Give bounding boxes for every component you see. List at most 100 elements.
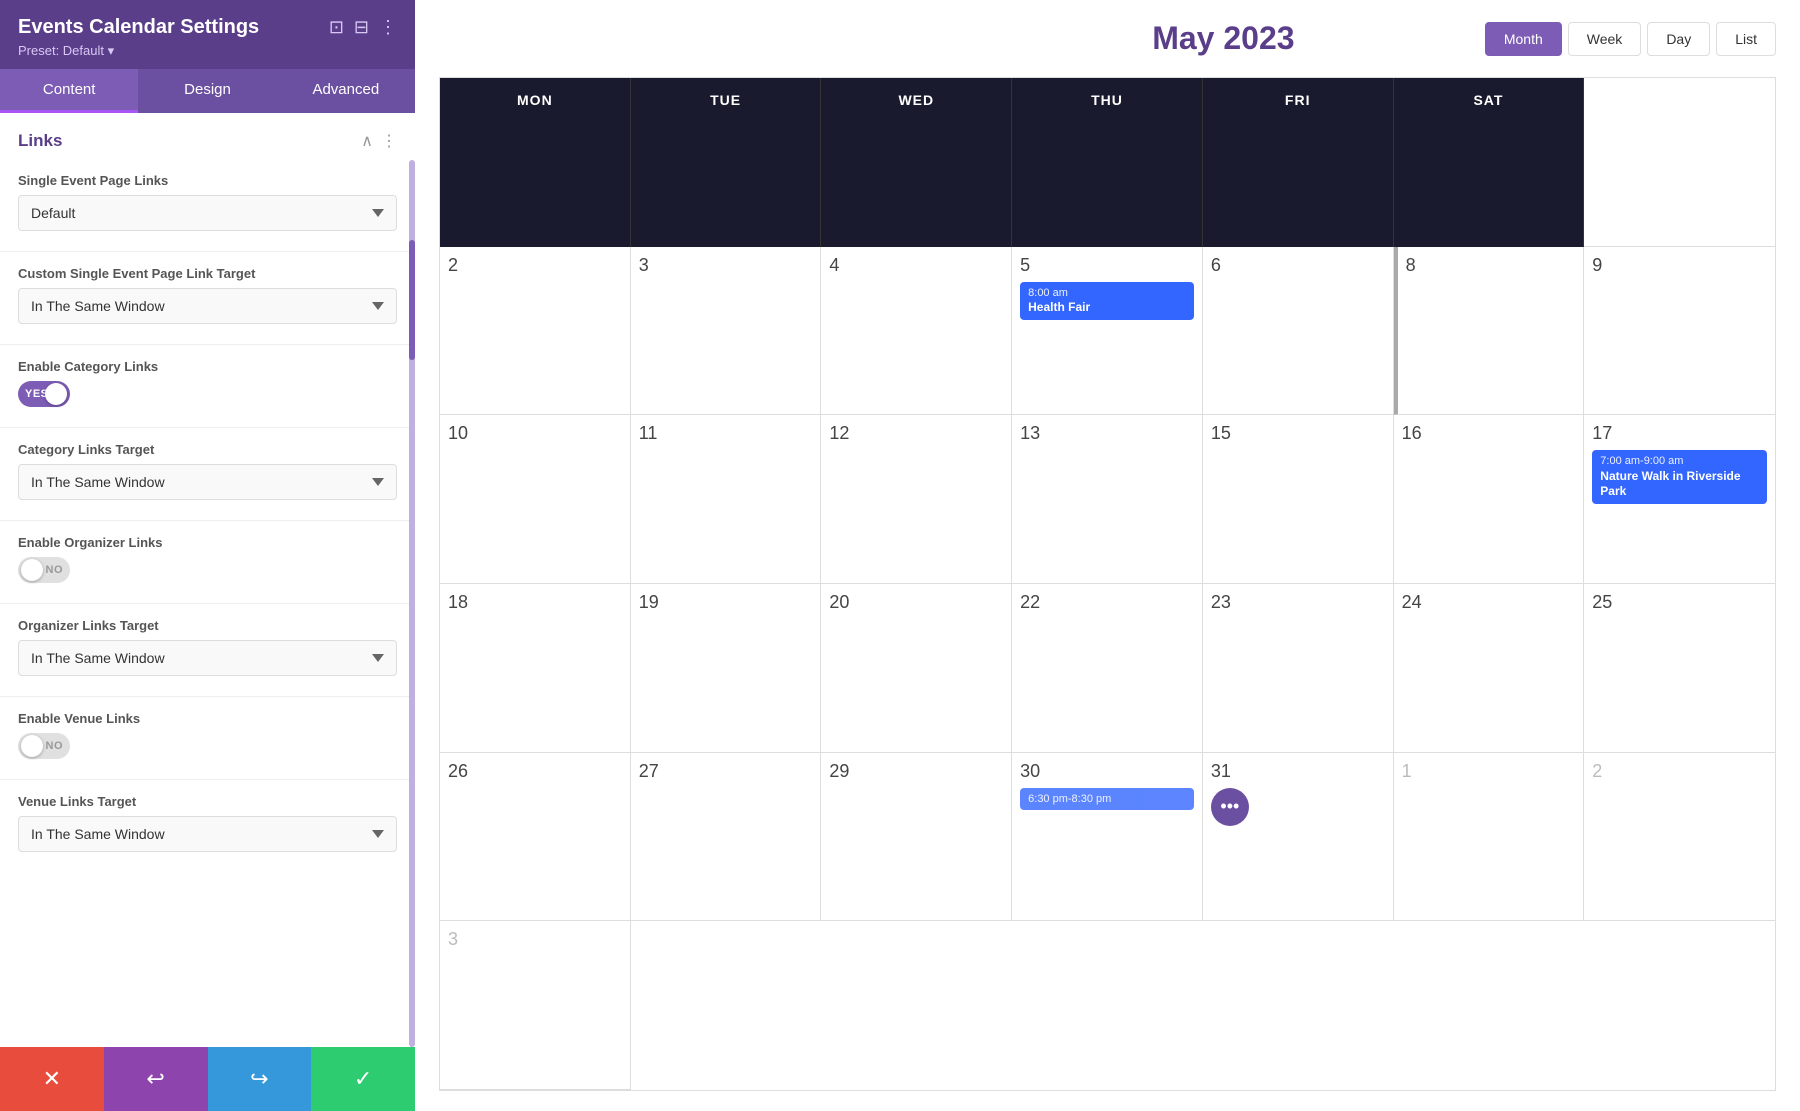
organizer-links-target-label: Organizer Links Target bbox=[18, 618, 397, 633]
table-row[interactable]: 31 ••• bbox=[1203, 753, 1394, 922]
table-row[interactable]: 24 bbox=[1394, 584, 1585, 753]
tab-content[interactable]: Content bbox=[0, 69, 138, 113]
table-row[interactable]: 22 bbox=[1012, 584, 1203, 753]
table-row[interactable]: 15 bbox=[1203, 415, 1394, 584]
table-row[interactable]: 16 bbox=[1394, 415, 1585, 584]
table-row[interactable]: 25 bbox=[1584, 584, 1775, 753]
header-tue: TUE bbox=[631, 78, 822, 247]
enable-category-links-label: Enable Category Links bbox=[18, 359, 397, 374]
save-button[interactable]: ✓ bbox=[311, 1047, 415, 1111]
single-event-links-label: Single Event Page Links bbox=[18, 173, 397, 188]
table-row[interactable]: 13 bbox=[1012, 415, 1203, 584]
table-row[interactable]: 27 bbox=[631, 753, 822, 922]
tab-design[interactable]: Design bbox=[138, 69, 276, 113]
enable-organizer-links-label: Enable Organizer Links bbox=[18, 535, 397, 550]
header-sat: SAT bbox=[1394, 78, 1585, 247]
day-number: 10 bbox=[448, 423, 622, 444]
table-row[interactable]: 17 7:00 am-9:00 am Nature Walk in Rivers… bbox=[1584, 415, 1775, 584]
table-row[interactable]: 3 bbox=[631, 247, 822, 416]
event-time: 8:00 am bbox=[1028, 286, 1186, 300]
week-view-button[interactable]: Week bbox=[1568, 22, 1642, 56]
preset-label[interactable]: Preset: Default ▾ bbox=[18, 43, 397, 59]
table-row[interactable]: 6 bbox=[1203, 247, 1394, 416]
venue-links-target-select[interactable]: In The Same Window In A New Window bbox=[18, 816, 397, 852]
header-thu: THU bbox=[1012, 78, 1203, 247]
table-row[interactable]: 30 6:30 pm-8:30 pm bbox=[1012, 753, 1203, 922]
minimize-icon[interactable]: ⊡ bbox=[329, 17, 344, 38]
scrollbar[interactable] bbox=[409, 160, 415, 1047]
list-view-button[interactable]: List bbox=[1716, 22, 1776, 56]
enable-venue-links-label: Enable Venue Links bbox=[18, 711, 397, 726]
event-name: Nature Walk in Riverside Park bbox=[1600, 469, 1759, 500]
header-mon: MON bbox=[440, 78, 631, 247]
day-view-button[interactable]: Day bbox=[1647, 22, 1710, 56]
more-events-button[interactable]: ••• bbox=[1211, 788, 1249, 826]
venue-links-target-field: Venue Links Target In The Same Window In… bbox=[0, 784, 415, 868]
list-item[interactable]: 8:00 am Health Fair bbox=[1020, 282, 1194, 320]
more-icon[interactable]: ⋮ bbox=[379, 17, 397, 38]
venue-links-target-label: Venue Links Target bbox=[18, 794, 397, 809]
month-view-button[interactable]: Month bbox=[1485, 22, 1562, 56]
table-row[interactable]: 29 bbox=[821, 753, 1012, 922]
table-row[interactable]: 12 bbox=[821, 415, 1012, 584]
custom-link-target-select[interactable]: In The Same Window In A New Window bbox=[18, 288, 397, 324]
table-row[interactable]: 11 bbox=[631, 415, 822, 584]
table-row[interactable]: 5 8:00 am Health Fair bbox=[1012, 247, 1203, 416]
redo-button[interactable]: ↪ bbox=[208, 1047, 312, 1111]
category-links-target-select[interactable]: In The Same Window In A New Window bbox=[18, 464, 397, 500]
single-event-links-select[interactable]: Default Custom bbox=[18, 195, 397, 231]
day-number: 2 bbox=[448, 255, 622, 276]
calendar-panel: May 2023 Month Week Day List MON TUE WED… bbox=[415, 0, 1800, 1111]
tab-advanced[interactable]: Advanced bbox=[277, 69, 415, 113]
table-row[interactable]: 23 bbox=[1203, 584, 1394, 753]
single-event-links-field: Single Event Page Links Default Custom bbox=[0, 163, 415, 247]
table-row[interactable]: 2 bbox=[1584, 753, 1775, 922]
collapse-icon[interactable]: ∧ bbox=[361, 131, 373, 151]
enable-category-links-toggle-row: YES bbox=[18, 381, 397, 407]
day-number: 11 bbox=[639, 423, 813, 444]
enable-organizer-links-toggle[interactable]: NO bbox=[18, 557, 70, 583]
table-row[interactable]: 20 bbox=[821, 584, 1012, 753]
toggle-knob-organizer bbox=[21, 559, 43, 581]
cancel-button[interactable]: ✕ bbox=[0, 1047, 104, 1111]
table-row[interactable]: 10 bbox=[440, 415, 631, 584]
table-row[interactable]: 8 bbox=[1394, 247, 1585, 416]
toggle-off-label-organizer: NO bbox=[46, 564, 64, 576]
undo-button[interactable]: ↩ bbox=[104, 1047, 208, 1111]
enable-venue-links-toggle[interactable]: NO bbox=[18, 733, 70, 759]
calendar-header: May 2023 Month Week Day List bbox=[439, 20, 1776, 57]
enable-organizer-links-field: Enable Organizer Links NO bbox=[0, 525, 415, 599]
day-number: 3 bbox=[448, 929, 622, 950]
bottom-action-bar: ✕ ↩ ↪ ✓ bbox=[0, 1047, 415, 1111]
table-row[interactable]: 2 bbox=[440, 247, 631, 416]
category-links-target-label: Category Links Target bbox=[18, 442, 397, 457]
table-row[interactable]: 1 bbox=[1394, 753, 1585, 922]
event-time: 6:30 pm-8:30 pm bbox=[1028, 792, 1186, 806]
enable-category-links-toggle[interactable]: YES bbox=[18, 381, 70, 407]
table-row bbox=[1584, 78, 1775, 247]
table-row[interactable]: 26 bbox=[440, 753, 631, 922]
section-more-icon[interactable]: ⋮ bbox=[381, 131, 397, 151]
day-number: 25 bbox=[1592, 592, 1767, 613]
table-row[interactable]: 3 bbox=[440, 921, 631, 1090]
organizer-links-target-select[interactable]: In The Same Window In A New Window bbox=[18, 640, 397, 676]
calendar-grid: MON TUE WED THU FRI SAT 2 3 4 5 8:00 am … bbox=[439, 77, 1776, 1091]
links-section-header: Links ∧ ⋮ bbox=[0, 113, 415, 163]
enable-organizer-links-toggle-row: NO bbox=[18, 557, 397, 583]
panel-body: Links ∧ ⋮ Single Event Page Links Defaul… bbox=[0, 113, 415, 1111]
calendar-title: May 2023 bbox=[962, 20, 1485, 57]
day-number: 29 bbox=[829, 761, 1003, 782]
day-number: 3 bbox=[639, 255, 813, 276]
table-row[interactable]: 9 bbox=[1584, 247, 1775, 416]
day-number: 27 bbox=[639, 761, 813, 782]
layout-icon[interactable]: ⊟ bbox=[354, 17, 369, 38]
day-number: 30 bbox=[1020, 761, 1194, 782]
table-row[interactable]: 19 bbox=[631, 584, 822, 753]
day-number: 18 bbox=[448, 592, 622, 613]
table-row[interactable]: 18 bbox=[440, 584, 631, 753]
day-number: 19 bbox=[639, 592, 813, 613]
category-links-target-field: Category Links Target In The Same Window… bbox=[0, 432, 415, 516]
table-row[interactable]: 4 bbox=[821, 247, 1012, 416]
list-item[interactable]: 6:30 pm-8:30 pm bbox=[1020, 788, 1194, 810]
list-item[interactable]: 7:00 am-9:00 am Nature Walk in Riverside… bbox=[1592, 450, 1767, 503]
